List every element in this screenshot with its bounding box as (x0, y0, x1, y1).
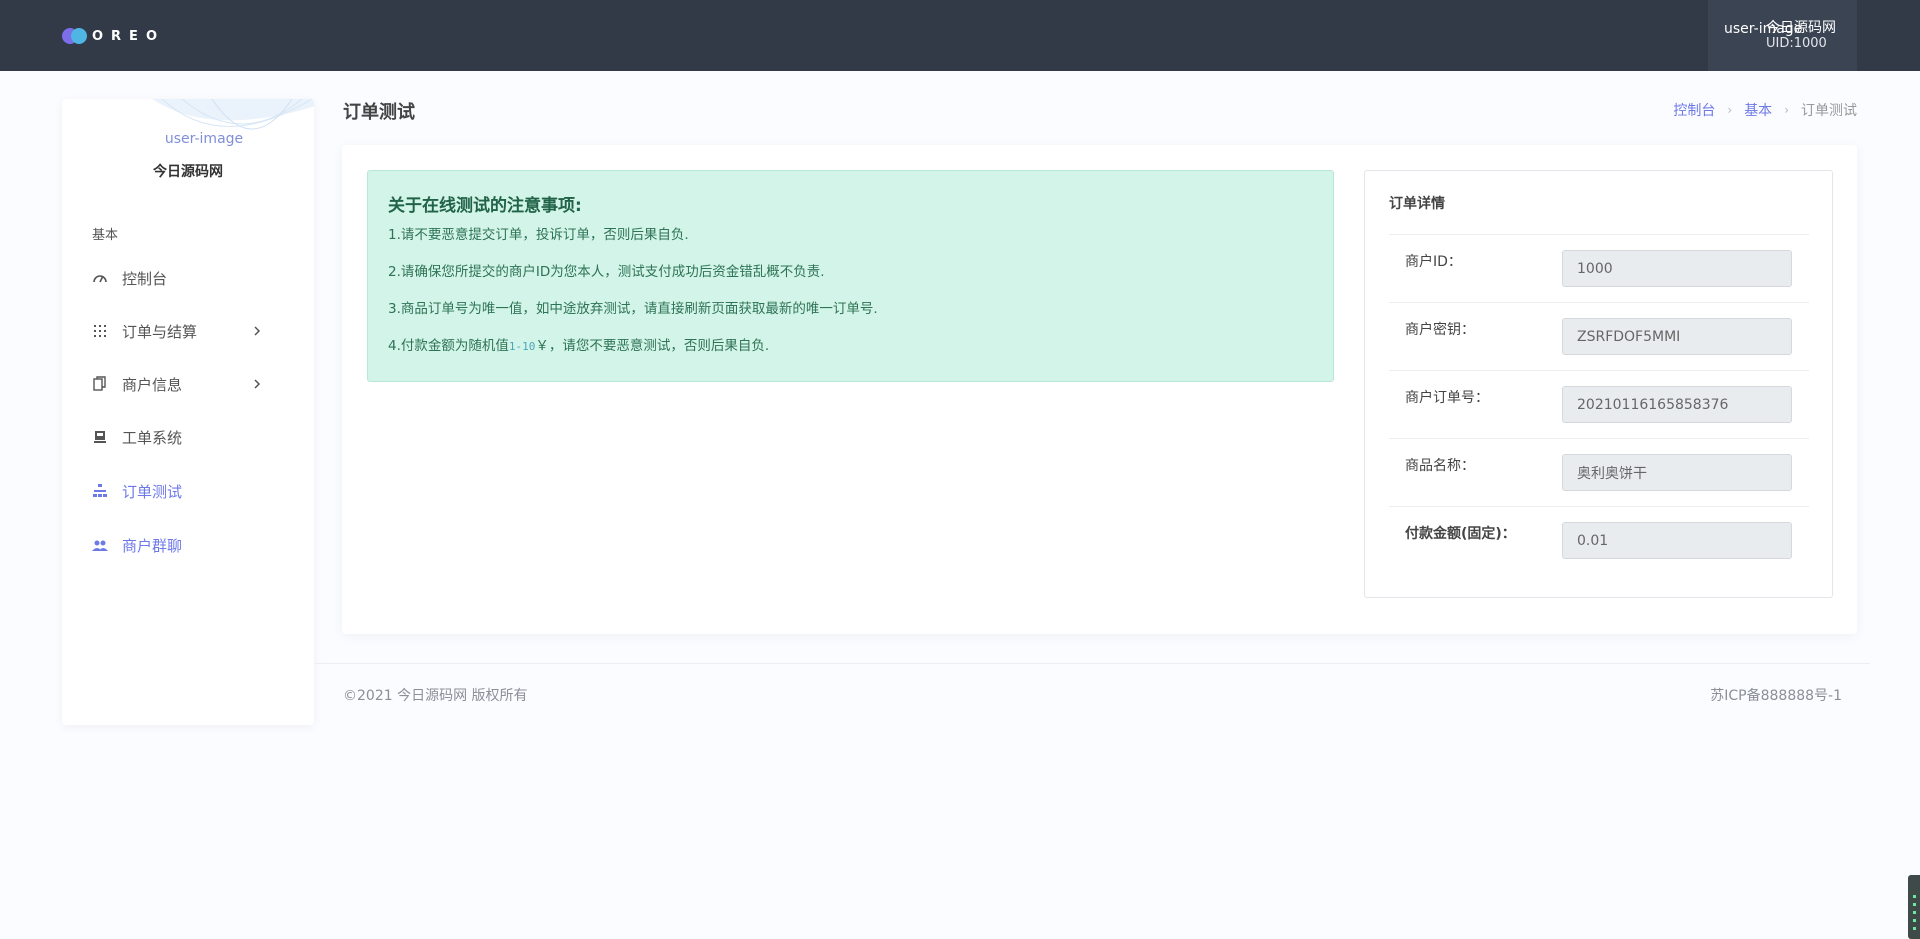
merchant-id-input[interactable] (1562, 250, 1792, 287)
footer-copyright: ©2021 今日源码网 版权所有 (343, 688, 528, 704)
profile-avatar[interactable]: user-image (144, 131, 264, 147)
ticket-icon (92, 429, 108, 445)
speedometer-icon (92, 270, 108, 286)
sidebar-item-merchant-info[interactable]: 商户信息 (92, 369, 292, 399)
sidebar-item-orders[interactable]: 订单与结算 (92, 316, 292, 346)
merchant-id-label: 商户ID： (1405, 254, 1462, 270)
notice-line-4-suffix: ￥，请您不要恶意测试，否则后果自负. (535, 338, 770, 354)
payment-amount-row: 付款金额(固定)： (1389, 506, 1809, 574)
sidebar: user-image 今日源码网 基本 控制台 订单与结算 商户信息 工单系统 (62, 99, 314, 725)
page-title: 订单测试 (343, 102, 415, 123)
order-detail-title: 订单详情 (1389, 196, 1445, 212)
side-widget-icon[interactable] (1908, 875, 1920, 939)
sidebar-item-merchant-chat[interactable]: 商户群聊 (92, 530, 292, 560)
notice-title: 关于在线测试的注意事项: (388, 196, 582, 216)
notice-line-2: 2.请确保您所提交的商户ID为您本人，测试支付成功后资金错乱概不负责. (388, 264, 825, 280)
sidebar-item-order-test[interactable]: 订单测试 (92, 476, 292, 506)
footer-icp[interactable]: 苏ICP备888888号-1 (1710, 685, 1842, 705)
product-name-label: 商品名称： (1405, 458, 1475, 474)
breadcrumb: 控制台 › 基本 › 订单测试 (1673, 100, 1857, 120)
sidebar-item-label: 商户信息 (122, 375, 183, 394)
profile-name: 今日源码网 (153, 164, 223, 180)
chevron-right-icon (254, 379, 261, 389)
sidebar-item-ticket-system[interactable]: 工单系统 (92, 422, 292, 452)
merchant-key-input[interactable] (1562, 318, 1792, 355)
chevron-right-icon (254, 326, 261, 336)
order-number-label: 商户订单号： (1405, 390, 1489, 406)
breadcrumb-separator-icon: › (1784, 103, 1789, 117)
notice-line-1: 1.请不要恶意提交订单，投诉订单，否则后果自负. (388, 227, 689, 243)
sidebar-item-label: 控制台 (122, 269, 168, 288)
notice-line-4-prefix: 4.付款金额为随机值 (388, 338, 509, 354)
people-icon (92, 537, 108, 553)
sidebar-item-dashboard[interactable]: 控制台 (92, 263, 292, 293)
order-number-input[interactable] (1562, 386, 1792, 423)
product-name-input[interactable] (1562, 454, 1792, 491)
sidebar-item-label: 工单系统 (122, 428, 183, 447)
footer-divider (314, 663, 1870, 664)
payment-amount-input[interactable] (1562, 522, 1792, 559)
copy-document-icon (92, 376, 108, 392)
notice-alert: 关于在线测试的注意事项: 1.请不要恶意提交订单，投诉订单，否则后果自负. 2.… (367, 170, 1334, 382)
logo-circles-icon (62, 27, 88, 45)
breadcrumb-current: 订单测试 (1801, 103, 1857, 119)
top-navbar: OREO user-image 今日源码网 UID:1000 (0, 0, 1920, 71)
sidebar-section-label: 基本 (92, 228, 119, 243)
logo-text: OREO (92, 28, 165, 44)
merchant-key-row: 商户密钥： (1389, 302, 1809, 370)
product-name-row: 商品名称： (1389, 438, 1809, 506)
breadcrumb-dashboard-link[interactable]: 控制台 (1673, 100, 1715, 120)
payment-amount-label: 付款金额(固定)： (1405, 526, 1516, 542)
grid-dots-icon (92, 323, 108, 339)
amount-range-code: 1-10 (508, 340, 536, 353)
notice-line-4: 4.付款金额为随机值1-10￥，请您不要恶意测试，否则后果自负. (388, 334, 769, 354)
user-uid: UID:1000 (1766, 36, 1827, 51)
sitemap-icon (92, 483, 108, 499)
merchant-id-row: 商户ID： (1389, 234, 1809, 302)
sidebar-item-label: 订单与结算 (122, 322, 198, 341)
sidebar-item-label: 商户群聊 (122, 536, 183, 555)
sidebar-item-label: 订单测试 (122, 482, 183, 501)
merchant-key-label: 商户密钥： (1405, 322, 1475, 338)
order-detail-card: 订单详情 商户ID： 商户密钥： 商户订单号： 商品名称： 付款金额(固定)： (1364, 170, 1833, 598)
breadcrumb-basic-link[interactable]: 基本 (1744, 100, 1772, 120)
user-name: 今日源码网 (1766, 20, 1836, 36)
brand-logo[interactable]: OREO (62, 27, 165, 45)
notice-line-3: 3.商品订单号为唯一值，如中途放弃测试，请直接刷新页面获取最新的唯一订单号. (388, 301, 878, 317)
order-number-row: 商户订单号： (1389, 370, 1809, 438)
breadcrumb-separator-icon: › (1727, 103, 1733, 117)
user-menu[interactable]: user-image 今日源码网 UID:1000 (1708, 0, 1857, 71)
